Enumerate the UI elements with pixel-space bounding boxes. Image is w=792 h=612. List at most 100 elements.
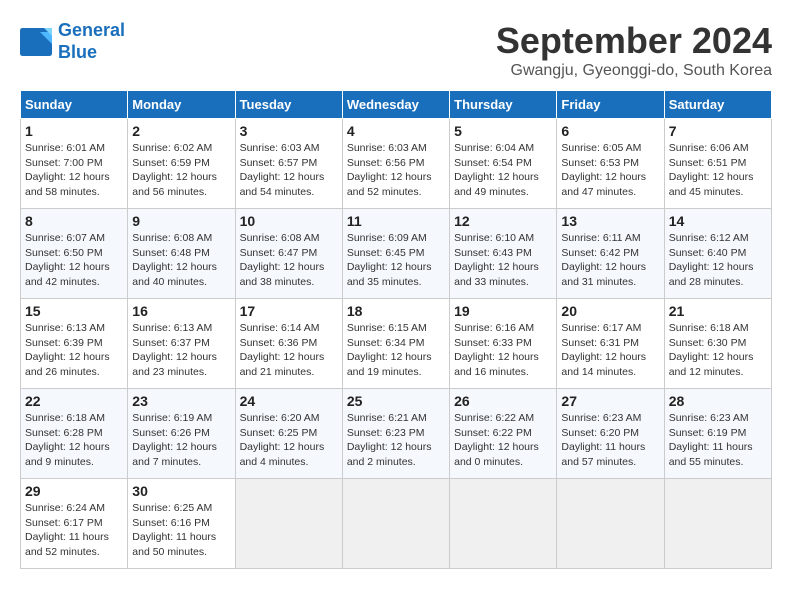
day-number: 27 bbox=[561, 393, 659, 409]
calendar-header-saturday: Saturday bbox=[664, 91, 771, 119]
calendar-cell: 24 Sunrise: 6:20 AM Sunset: 6:25 PM Dayl… bbox=[235, 389, 342, 479]
day-number: 13 bbox=[561, 213, 659, 229]
day-info: Sunrise: 6:13 AM Sunset: 6:39 PM Dayligh… bbox=[25, 321, 123, 380]
calendar-cell: 14 Sunrise: 6:12 AM Sunset: 6:40 PM Dayl… bbox=[664, 209, 771, 299]
calendar-header-tuesday: Tuesday bbox=[235, 91, 342, 119]
day-info: Sunrise: 6:10 AM Sunset: 6:43 PM Dayligh… bbox=[454, 231, 552, 290]
location-title: Gwangju, Gyeonggi-do, South Korea bbox=[496, 62, 772, 80]
day-info: Sunrise: 6:25 AM Sunset: 6:16 PM Dayligh… bbox=[132, 501, 230, 560]
calendar-header-sunday: Sunday bbox=[21, 91, 128, 119]
calendar-cell bbox=[342, 479, 449, 569]
calendar-cell: 20 Sunrise: 6:17 AM Sunset: 6:31 PM Dayl… bbox=[557, 299, 664, 389]
page-header: General Blue September 2024 Gwangju, Gye… bbox=[20, 20, 772, 80]
calendar-cell: 5 Sunrise: 6:04 AM Sunset: 6:54 PM Dayli… bbox=[450, 119, 557, 209]
day-number: 2 bbox=[132, 123, 230, 139]
calendar-header-monday: Monday bbox=[128, 91, 235, 119]
calendar-table: SundayMondayTuesdayWednesdayThursdayFrid… bbox=[20, 90, 772, 569]
calendar-cell: 8 Sunrise: 6:07 AM Sunset: 6:50 PM Dayli… bbox=[21, 209, 128, 299]
day-number: 1 bbox=[25, 123, 123, 139]
day-info: Sunrise: 6:20 AM Sunset: 6:25 PM Dayligh… bbox=[240, 411, 338, 470]
day-number: 26 bbox=[454, 393, 552, 409]
calendar-week-row: 8 Sunrise: 6:07 AM Sunset: 6:50 PM Dayli… bbox=[21, 209, 772, 299]
day-info: Sunrise: 6:22 AM Sunset: 6:22 PM Dayligh… bbox=[454, 411, 552, 470]
calendar-cell bbox=[664, 479, 771, 569]
day-number: 14 bbox=[669, 213, 767, 229]
day-info: Sunrise: 6:09 AM Sunset: 6:45 PM Dayligh… bbox=[347, 231, 445, 290]
day-info: Sunrise: 6:23 AM Sunset: 6:20 PM Dayligh… bbox=[561, 411, 659, 470]
calendar-cell bbox=[557, 479, 664, 569]
day-info: Sunrise: 6:11 AM Sunset: 6:42 PM Dayligh… bbox=[561, 231, 659, 290]
day-info: Sunrise: 6:13 AM Sunset: 6:37 PM Dayligh… bbox=[132, 321, 230, 380]
calendar-cell: 15 Sunrise: 6:13 AM Sunset: 6:39 PM Dayl… bbox=[21, 299, 128, 389]
day-info: Sunrise: 6:18 AM Sunset: 6:30 PM Dayligh… bbox=[669, 321, 767, 380]
day-number: 30 bbox=[132, 483, 230, 499]
calendar-week-row: 29 Sunrise: 6:24 AM Sunset: 6:17 PM Dayl… bbox=[21, 479, 772, 569]
day-number: 18 bbox=[347, 303, 445, 319]
calendar-header-row: SundayMondayTuesdayWednesdayThursdayFrid… bbox=[21, 91, 772, 119]
day-info: Sunrise: 6:04 AM Sunset: 6:54 PM Dayligh… bbox=[454, 141, 552, 200]
day-info: Sunrise: 6:03 AM Sunset: 6:56 PM Dayligh… bbox=[347, 141, 445, 200]
calendar-header-friday: Friday bbox=[557, 91, 664, 119]
calendar-cell: 7 Sunrise: 6:06 AM Sunset: 6:51 PM Dayli… bbox=[664, 119, 771, 209]
day-number: 29 bbox=[25, 483, 123, 499]
calendar-cell: 23 Sunrise: 6:19 AM Sunset: 6:26 PM Dayl… bbox=[128, 389, 235, 479]
day-info: Sunrise: 6:02 AM Sunset: 6:59 PM Dayligh… bbox=[132, 141, 230, 200]
day-info: Sunrise: 6:19 AM Sunset: 6:26 PM Dayligh… bbox=[132, 411, 230, 470]
day-number: 9 bbox=[132, 213, 230, 229]
calendar-cell: 17 Sunrise: 6:14 AM Sunset: 6:36 PM Dayl… bbox=[235, 299, 342, 389]
day-info: Sunrise: 6:21 AM Sunset: 6:23 PM Dayligh… bbox=[347, 411, 445, 470]
calendar-cell: 26 Sunrise: 6:22 AM Sunset: 6:22 PM Dayl… bbox=[450, 389, 557, 479]
calendar-cell: 27 Sunrise: 6:23 AM Sunset: 6:20 PM Dayl… bbox=[557, 389, 664, 479]
calendar-week-row: 1 Sunrise: 6:01 AM Sunset: 7:00 PM Dayli… bbox=[21, 119, 772, 209]
day-number: 22 bbox=[25, 393, 123, 409]
calendar-cell: 21 Sunrise: 6:18 AM Sunset: 6:30 PM Dayl… bbox=[664, 299, 771, 389]
calendar-cell: 19 Sunrise: 6:16 AM Sunset: 6:33 PM Dayl… bbox=[450, 299, 557, 389]
calendar-cell: 1 Sunrise: 6:01 AM Sunset: 7:00 PM Dayli… bbox=[21, 119, 128, 209]
calendar-cell: 25 Sunrise: 6:21 AM Sunset: 6:23 PM Dayl… bbox=[342, 389, 449, 479]
day-number: 25 bbox=[347, 393, 445, 409]
day-number: 15 bbox=[25, 303, 123, 319]
day-number: 3 bbox=[240, 123, 338, 139]
calendar-week-row: 22 Sunrise: 6:18 AM Sunset: 6:28 PM Dayl… bbox=[21, 389, 772, 479]
day-number: 21 bbox=[669, 303, 767, 319]
calendar-cell bbox=[450, 479, 557, 569]
calendar-cell: 6 Sunrise: 6:05 AM Sunset: 6:53 PM Dayli… bbox=[557, 119, 664, 209]
calendar-cell: 12 Sunrise: 6:10 AM Sunset: 6:43 PM Dayl… bbox=[450, 209, 557, 299]
logo: General Blue bbox=[20, 20, 125, 63]
calendar-cell: 16 Sunrise: 6:13 AM Sunset: 6:37 PM Dayl… bbox=[128, 299, 235, 389]
logo-icon bbox=[20, 28, 52, 56]
calendar-week-row: 15 Sunrise: 6:13 AM Sunset: 6:39 PM Dayl… bbox=[21, 299, 772, 389]
day-number: 19 bbox=[454, 303, 552, 319]
day-number: 12 bbox=[454, 213, 552, 229]
day-info: Sunrise: 6:16 AM Sunset: 6:33 PM Dayligh… bbox=[454, 321, 552, 380]
day-number: 11 bbox=[347, 213, 445, 229]
calendar-cell: 28 Sunrise: 6:23 AM Sunset: 6:19 PM Dayl… bbox=[664, 389, 771, 479]
calendar-cell: 2 Sunrise: 6:02 AM Sunset: 6:59 PM Dayli… bbox=[128, 119, 235, 209]
day-number: 5 bbox=[454, 123, 552, 139]
day-info: Sunrise: 6:18 AM Sunset: 6:28 PM Dayligh… bbox=[25, 411, 123, 470]
day-number: 4 bbox=[347, 123, 445, 139]
calendar-header-wednesday: Wednesday bbox=[342, 91, 449, 119]
day-info: Sunrise: 6:14 AM Sunset: 6:36 PM Dayligh… bbox=[240, 321, 338, 380]
calendar-cell: 3 Sunrise: 6:03 AM Sunset: 6:57 PM Dayli… bbox=[235, 119, 342, 209]
day-info: Sunrise: 6:01 AM Sunset: 7:00 PM Dayligh… bbox=[25, 141, 123, 200]
day-info: Sunrise: 6:06 AM Sunset: 6:51 PM Dayligh… bbox=[669, 141, 767, 200]
day-info: Sunrise: 6:07 AM Sunset: 6:50 PM Dayligh… bbox=[25, 231, 123, 290]
day-number: 16 bbox=[132, 303, 230, 319]
calendar-cell: 9 Sunrise: 6:08 AM Sunset: 6:48 PM Dayli… bbox=[128, 209, 235, 299]
day-number: 10 bbox=[240, 213, 338, 229]
day-info: Sunrise: 6:17 AM Sunset: 6:31 PM Dayligh… bbox=[561, 321, 659, 380]
calendar-cell: 11 Sunrise: 6:09 AM Sunset: 6:45 PM Dayl… bbox=[342, 209, 449, 299]
calendar-cell: 13 Sunrise: 6:11 AM Sunset: 6:42 PM Dayl… bbox=[557, 209, 664, 299]
day-info: Sunrise: 6:08 AM Sunset: 6:48 PM Dayligh… bbox=[132, 231, 230, 290]
day-info: Sunrise: 6:15 AM Sunset: 6:34 PM Dayligh… bbox=[347, 321, 445, 380]
calendar-body: 1 Sunrise: 6:01 AM Sunset: 7:00 PM Dayli… bbox=[21, 119, 772, 569]
day-info: Sunrise: 6:23 AM Sunset: 6:19 PM Dayligh… bbox=[669, 411, 767, 470]
day-number: 28 bbox=[669, 393, 767, 409]
calendar-header-thursday: Thursday bbox=[450, 91, 557, 119]
logo-text: General Blue bbox=[58, 20, 125, 63]
day-number: 6 bbox=[561, 123, 659, 139]
title-block: September 2024 Gwangju, Gyeonggi-do, Sou… bbox=[496, 20, 772, 80]
day-number: 20 bbox=[561, 303, 659, 319]
day-info: Sunrise: 6:03 AM Sunset: 6:57 PM Dayligh… bbox=[240, 141, 338, 200]
